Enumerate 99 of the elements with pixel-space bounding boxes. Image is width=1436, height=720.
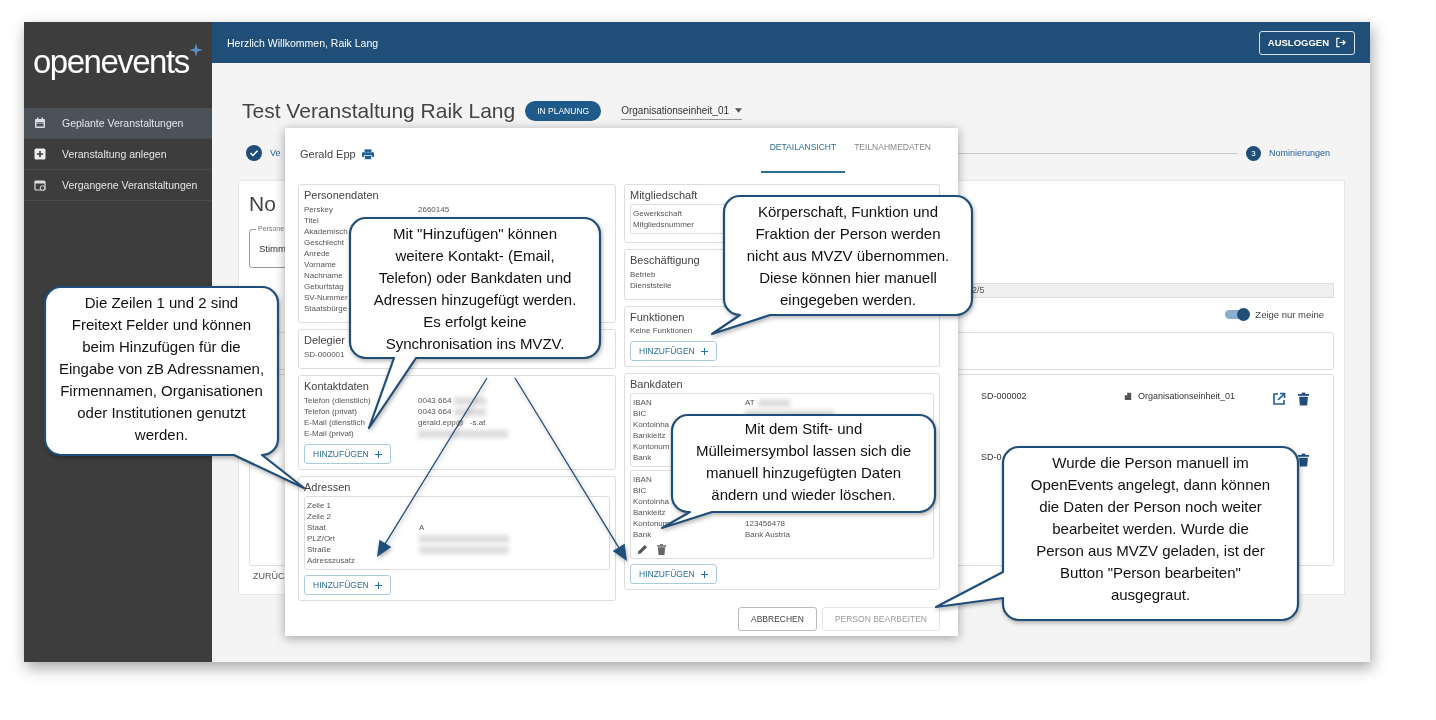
back-button[interactable]: ZURÜC xyxy=(249,568,289,584)
field-label: Telefon (dienstlich) xyxy=(304,396,371,405)
field-label: BIC xyxy=(633,486,647,495)
field-label: Akademisch xyxy=(304,227,348,236)
plus-icon xyxy=(700,347,708,355)
field-label: Bankleitz xyxy=(633,508,666,517)
field-label: Staatsbürge xyxy=(304,304,348,313)
field-label: E-Mail (privat) xyxy=(304,429,354,438)
field-label: Betrieb xyxy=(630,270,656,279)
field-label: Straße xyxy=(307,545,331,554)
plus-icon xyxy=(374,450,382,458)
sidebar-item[interactable]: Geplante Veranstaltungen xyxy=(24,108,212,139)
field-label: Bank xyxy=(633,453,652,462)
tab[interactable]: DETAILANSICHT xyxy=(760,128,846,173)
field-label: IBAN xyxy=(633,398,652,407)
field-label: Kontonum xyxy=(633,519,670,528)
org-unit-dropdown[interactable]: Organisationseinheit_01 xyxy=(621,102,742,120)
field-label: Geschlecht xyxy=(304,238,345,247)
toggle-switch[interactable] xyxy=(1225,309,1250,319)
building-icon xyxy=(1124,391,1132,400)
section-title: Beschäftigung xyxy=(630,253,700,268)
logout-button[interactable]: AUSLOGGEN xyxy=(1258,30,1355,55)
field-value: 0043 664 xyxy=(418,406,452,417)
field-label: Kontoinha xyxy=(633,420,670,429)
field-value: 2660145 xyxy=(418,204,450,215)
plus-icon xyxy=(700,570,708,578)
delegate-id: SD-000002 xyxy=(981,390,1027,401)
field-value: AT xyxy=(745,397,755,408)
toggle-label: Zeige nur meine xyxy=(1255,308,1324,320)
field-label: Zeile 1 xyxy=(307,501,331,510)
tab[interactable]: TEILNAHMEDATEN xyxy=(845,128,940,173)
calendar-icon xyxy=(34,117,46,129)
star-icon xyxy=(188,43,203,57)
field-label: Anrede xyxy=(304,249,330,258)
field-label: E-Mail (dienstlich xyxy=(304,418,365,427)
caret-icon xyxy=(735,107,742,113)
field-label: SV-Nummer xyxy=(304,293,348,302)
field-value: 123456478 xyxy=(745,518,786,529)
field-label: Bankleitz xyxy=(633,431,666,440)
field-label: Telefon (privat) xyxy=(304,407,357,416)
field-label: Dienststelle xyxy=(630,281,672,290)
step-label[interactable]: Nominierungen xyxy=(1268,148,1330,158)
field-label: SD-000001 xyxy=(304,350,345,359)
field-label: Mitgliedsnummer xyxy=(633,220,694,229)
sidebar-item[interactable]: Vergangene Veranstaltungen xyxy=(24,170,212,201)
field-label: Titel xyxy=(304,216,319,225)
section-title: Kontaktdaten xyxy=(304,379,369,394)
field-label: PLZ/Ort xyxy=(307,534,335,543)
field-label: IBAN xyxy=(633,475,652,484)
section-title: Adressen xyxy=(304,480,351,495)
trash-icon[interactable] xyxy=(657,544,666,555)
logout-icon xyxy=(1335,37,1346,48)
trash-icon[interactable] xyxy=(1298,452,1309,467)
callout: Körperschaft, Funktion und Fraktion der Person werden nicht aus MVZV übernommen. Diese können hier manuell eingegeben werden. xyxy=(710,194,974,336)
event-title: Test Veranstaltung Raik Lang xyxy=(242,99,516,123)
field-label: Zeile 2 xyxy=(307,512,331,521)
pencil-icon[interactable] xyxy=(637,544,648,555)
field-label: Nachname xyxy=(304,271,343,280)
calendar-icon xyxy=(34,179,46,191)
field-label: Bank xyxy=(633,530,652,539)
section-title: Bankdaten xyxy=(630,377,683,392)
step-number: 3 xyxy=(1245,145,1261,161)
empty-text: Keine Funktionen xyxy=(630,326,693,335)
section-title: Mitgliedschaft xyxy=(630,188,698,203)
add-button[interactable]: HINZUFÜGEN xyxy=(630,564,717,584)
field-label: Adresszusatz xyxy=(307,556,356,565)
org-unit: Organisationseinheit_01 xyxy=(1138,390,1236,401)
plus-icon xyxy=(34,148,46,160)
field-value: 0043 664 xyxy=(418,395,452,406)
field-value: A xyxy=(419,522,425,533)
trash-icon[interactable] xyxy=(1298,391,1309,406)
plus-icon xyxy=(374,581,382,589)
field-label: Geburtstag xyxy=(304,282,344,291)
field-label: Kontonum xyxy=(633,442,670,451)
person-name: Gerald Epp xyxy=(300,148,356,160)
print-icon[interactable] xyxy=(361,148,374,160)
add-button[interactable]: HINZUFÜGEN xyxy=(630,341,717,361)
step-label[interactable]: Ve xyxy=(270,148,281,158)
add-button[interactable]: HINZUFÜGEN xyxy=(304,444,391,464)
welcome-text: Herzlich Willkommen, Raik Lang xyxy=(227,36,379,49)
status-badge: IN PLANUNG xyxy=(525,101,602,121)
field-label: Gewerkschaft xyxy=(633,209,682,218)
logo: openevents xyxy=(33,42,189,82)
open-external-icon[interactable] xyxy=(1272,391,1286,406)
field-value: -s.at xyxy=(469,417,486,428)
section-title: Delegier xyxy=(304,333,345,348)
section-title: Funktionen xyxy=(630,310,685,325)
add-button[interactable]: HINZUFÜGEN xyxy=(304,575,391,595)
field-value: Bank Austria xyxy=(745,529,790,540)
field-label: Kontoinha xyxy=(633,497,670,506)
field-label: Vorname xyxy=(304,260,337,269)
delegate-id: SD-0 xyxy=(981,451,1002,462)
sidebar-item[interactable]: Veranstaltung anlegen xyxy=(24,139,212,170)
field-label: BIC xyxy=(633,409,647,418)
section-title: Personendaten xyxy=(304,188,379,203)
field-label: Staat xyxy=(307,523,326,532)
card-title: No xyxy=(249,191,276,217)
field-label: Perskey xyxy=(304,205,333,214)
dialog-button[interactable]: ABBRECHEN xyxy=(738,607,817,631)
